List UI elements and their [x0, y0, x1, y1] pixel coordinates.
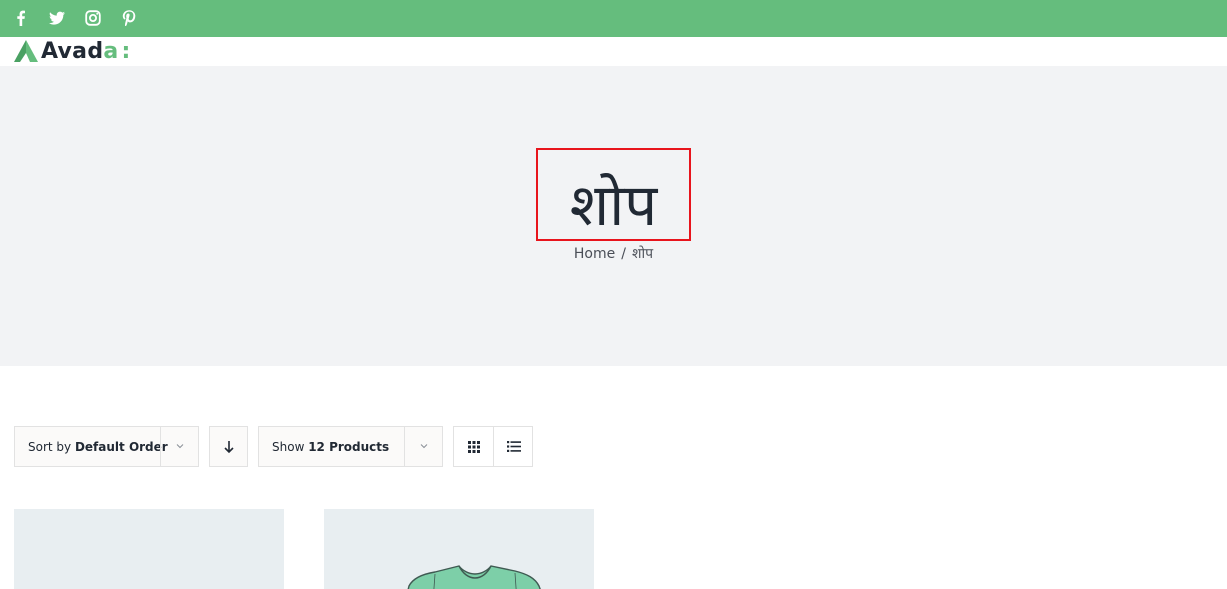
breadcrumb: Home / शोप — [0, 244, 1227, 263]
show-products-label: Show 12 Products — [272, 440, 390, 454]
view-switcher — [453, 426, 533, 467]
grid-view-icon — [467, 440, 480, 453]
arrow-down-icon — [223, 440, 234, 453]
sort-by-dropdown[interactable]: Sort by Default Order — [14, 426, 199, 467]
facebook-icon[interactable] — [12, 9, 30, 27]
page-title: शोप — [569, 171, 658, 239]
list-view-icon — [506, 441, 521, 452]
logo-dots: : — [121, 38, 131, 64]
breadcrumb-current: शोप — [631, 246, 654, 262]
product-card[interactable] — [14, 509, 284, 589]
breadcrumb-home-link[interactable]: Home — [574, 246, 615, 262]
grid-view-button[interactable] — [454, 427, 493, 466]
avada-logo[interactable]: Avada : — [14, 38, 130, 64]
sort-by-value: Default Order — [74, 440, 168, 454]
product-image-placeholder — [14, 509, 284, 589]
twitter-icon[interactable] — [48, 9, 66, 27]
logo-text: Avada — [41, 38, 119, 64]
chevron-down-icon — [420, 444, 428, 449]
site-header: Avada : — [0, 37, 1227, 66]
product-card[interactable] — [324, 509, 594, 589]
instagram-icon[interactable] — [84, 9, 102, 27]
avada-logo-mark — [14, 40, 38, 62]
sort-by-label: Sort by Default Order — [28, 440, 168, 454]
tshirt-image — [407, 565, 541, 589]
show-products-dropdown[interactable]: Show 12 Products — [258, 426, 443, 467]
sort-direction-button[interactable] — [209, 426, 248, 467]
show-products-value: 12 Products — [308, 440, 390, 454]
breadcrumb-separator: / — [621, 246, 626, 262]
pinterest-icon[interactable] — [120, 9, 138, 27]
logo-accent-letter: a — [103, 38, 119, 64]
chevron-down-icon — [176, 444, 184, 449]
top-bar — [0, 0, 1227, 37]
list-view-button[interactable] — [493, 427, 533, 466]
page-title-bar: शोप Home / शोप — [0, 66, 1227, 366]
